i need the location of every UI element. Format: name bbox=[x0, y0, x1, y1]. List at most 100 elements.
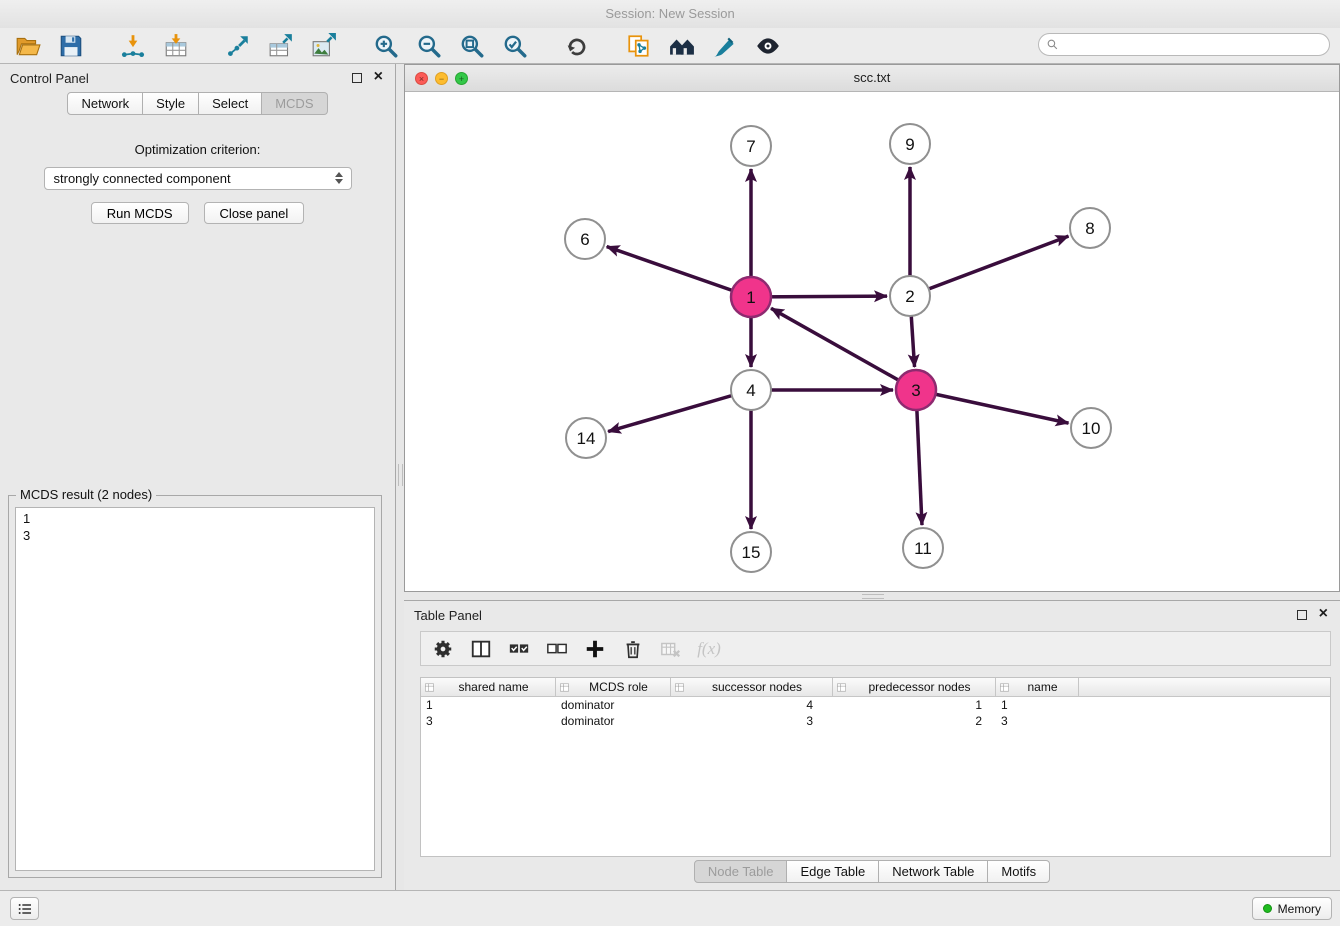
table-cell[interactable]: 2 bbox=[833, 714, 996, 728]
table-panel-float-button[interactable] bbox=[1297, 610, 1307, 620]
list-icon bbox=[17, 901, 33, 917]
graph-edge-3-1[interactable] bbox=[771, 308, 916, 390]
table-cell[interactable]: 3 bbox=[671, 714, 833, 728]
graph-edge-1-6[interactable] bbox=[607, 247, 751, 297]
tab-network[interactable]: Network bbox=[67, 92, 143, 115]
svg-text:6: 6 bbox=[580, 230, 589, 249]
column-sort-icon[interactable] bbox=[999, 682, 1010, 693]
network-canvas[interactable]: 7 9 6 8 1 2 4 3 14 10 15 11 bbox=[405, 92, 1339, 591]
tab-style[interactable]: Style bbox=[143, 92, 199, 115]
import-network-icon[interactable] bbox=[117, 31, 149, 61]
table-cell[interactable]: 1 bbox=[996, 698, 1079, 712]
open-session-icon[interactable] bbox=[12, 31, 44, 61]
table-cell[interactable]: 3 bbox=[421, 714, 556, 728]
vertical-splitter[interactable] bbox=[396, 64, 404, 890]
column-header-successor-nodes[interactable]: successor nodes bbox=[671, 678, 833, 696]
tab-motifs[interactable]: Motifs bbox=[988, 860, 1050, 883]
criterion-dropdown[interactable]: strongly connected component bbox=[44, 167, 352, 190]
import-table-icon[interactable] bbox=[160, 31, 192, 61]
tab-edge-table[interactable]: Edge Table bbox=[787, 860, 879, 883]
columns-icon[interactable] bbox=[468, 636, 494, 662]
tab-network-table[interactable]: Network Table bbox=[879, 860, 988, 883]
horizontal-splitter[interactable] bbox=[404, 592, 1340, 600]
network-view-window: × − + scc.txt 7968124314101511 bbox=[404, 64, 1340, 592]
graph-node-15[interactable]: 15 bbox=[731, 532, 771, 572]
search-field[interactable] bbox=[1038, 33, 1330, 56]
graph-node-3[interactable]: 3 bbox=[896, 370, 936, 410]
table-cell[interactable]: dominator bbox=[556, 714, 671, 728]
table-panel-close-icon[interactable]: × bbox=[1319, 605, 1328, 623]
column-header-name[interactable]: name bbox=[996, 678, 1079, 696]
graph-node-10[interactable]: 10 bbox=[1071, 408, 1111, 448]
column-sort-icon[interactable] bbox=[836, 682, 847, 693]
table-row[interactable]: 3dominator323 bbox=[421, 713, 1330, 729]
tab-select[interactable]: Select bbox=[199, 92, 262, 115]
tab-node-table[interactable]: Node Table bbox=[694, 860, 788, 883]
mcds-result-title: MCDS result (2 nodes) bbox=[16, 487, 156, 502]
export-network-icon[interactable] bbox=[222, 31, 254, 61]
maximize-traffic-light-icon[interactable]: + bbox=[455, 72, 468, 85]
column-sort-icon[interactable] bbox=[559, 682, 570, 693]
table-cell[interactable]: 3 bbox=[996, 714, 1079, 728]
tab-mcds[interactable]: MCDS bbox=[262, 92, 327, 115]
control-panel-close-icon[interactable]: × bbox=[374, 68, 383, 86]
zoom-fit-icon[interactable] bbox=[456, 31, 488, 61]
table-cell[interactable]: 1 bbox=[421, 698, 556, 712]
save-session-icon[interactable] bbox=[55, 31, 87, 61]
minimize-traffic-light-icon[interactable]: − bbox=[435, 72, 448, 85]
add-row-icon[interactable] bbox=[582, 636, 608, 662]
graph-node-2[interactable]: 2 bbox=[890, 276, 930, 316]
run-mcds-button[interactable]: Run MCDS bbox=[91, 202, 189, 224]
optimization-criterion-label: Optimization criterion: bbox=[0, 142, 395, 157]
delete-row-icon[interactable] bbox=[620, 636, 646, 662]
svg-text:4: 4 bbox=[746, 381, 755, 400]
mcds-result-list[interactable]: 13 bbox=[15, 507, 375, 871]
home-icon[interactable] bbox=[666, 31, 698, 61]
table-panel-header: Table Panel × bbox=[404, 601, 1340, 629]
graph-node-11[interactable]: 11 bbox=[903, 528, 943, 568]
table-row[interactable]: 1dominator411 bbox=[421, 697, 1330, 713]
mcds-result-item[interactable]: 3 bbox=[23, 527, 367, 544]
memory-button[interactable]: Memory bbox=[1252, 897, 1332, 920]
table-cell[interactable]: dominator bbox=[556, 698, 671, 712]
control-panel-float-button[interactable] bbox=[352, 73, 362, 83]
export-table-icon[interactable] bbox=[265, 31, 297, 61]
graph-edge-3-10[interactable] bbox=[916, 390, 1069, 423]
graph-node-9[interactable]: 9 bbox=[890, 124, 930, 164]
zoom-selected-icon[interactable] bbox=[499, 31, 531, 61]
graph-node-1[interactable]: 1 bbox=[731, 277, 771, 317]
zoom-in-icon[interactable] bbox=[370, 31, 402, 61]
table-toolbar: f(x) bbox=[420, 631, 1331, 666]
column-header-predecessor-nodes[interactable]: predecessor nodes bbox=[833, 678, 996, 696]
node-table[interactable]: shared nameMCDS rolesuccessor nodesprede… bbox=[420, 677, 1331, 857]
refresh-icon[interactable] bbox=[561, 31, 593, 61]
show-hide-icon[interactable] bbox=[752, 31, 784, 61]
graph-node-14[interactable]: 14 bbox=[566, 418, 606, 458]
zoom-out-icon[interactable] bbox=[413, 31, 445, 61]
search-input[interactable] bbox=[1059, 38, 1329, 52]
graph-node-7[interactable]: 7 bbox=[731, 126, 771, 166]
mcds-result-item[interactable]: 1 bbox=[23, 510, 367, 527]
table-cell[interactable]: 1 bbox=[833, 698, 996, 712]
network-graph[interactable]: 7 9 6 8 1 2 4 3 14 10 15 11 bbox=[405, 92, 1339, 591]
network-clipboard-icon[interactable] bbox=[623, 31, 655, 61]
column-sort-icon[interactable] bbox=[424, 682, 435, 693]
status-menu-button[interactable] bbox=[10, 897, 39, 920]
graph-node-6[interactable]: 6 bbox=[565, 219, 605, 259]
export-image-icon[interactable] bbox=[308, 31, 340, 61]
graph-node-4[interactable]: 4 bbox=[731, 370, 771, 410]
control-panel-title: Control Panel bbox=[10, 71, 89, 86]
settings-icon[interactable] bbox=[430, 636, 456, 662]
close-traffic-light-icon[interactable]: × bbox=[415, 72, 428, 85]
graph-edge-2-8[interactable] bbox=[910, 236, 1068, 296]
column-header-mcds-role[interactable]: MCDS role bbox=[556, 678, 671, 696]
close-panel-button[interactable]: Close panel bbox=[204, 202, 305, 224]
select-all-icon[interactable] bbox=[506, 636, 532, 662]
apply-style-icon[interactable] bbox=[709, 31, 741, 61]
deselect-all-icon[interactable] bbox=[544, 636, 570, 662]
column-sort-icon[interactable] bbox=[674, 682, 685, 693]
table-cell[interactable]: 4 bbox=[671, 698, 833, 712]
column-header-shared-name[interactable]: shared name bbox=[421, 678, 556, 696]
graph-edge-4-14[interactable] bbox=[608, 390, 751, 432]
graph-node-8[interactable]: 8 bbox=[1070, 208, 1110, 248]
